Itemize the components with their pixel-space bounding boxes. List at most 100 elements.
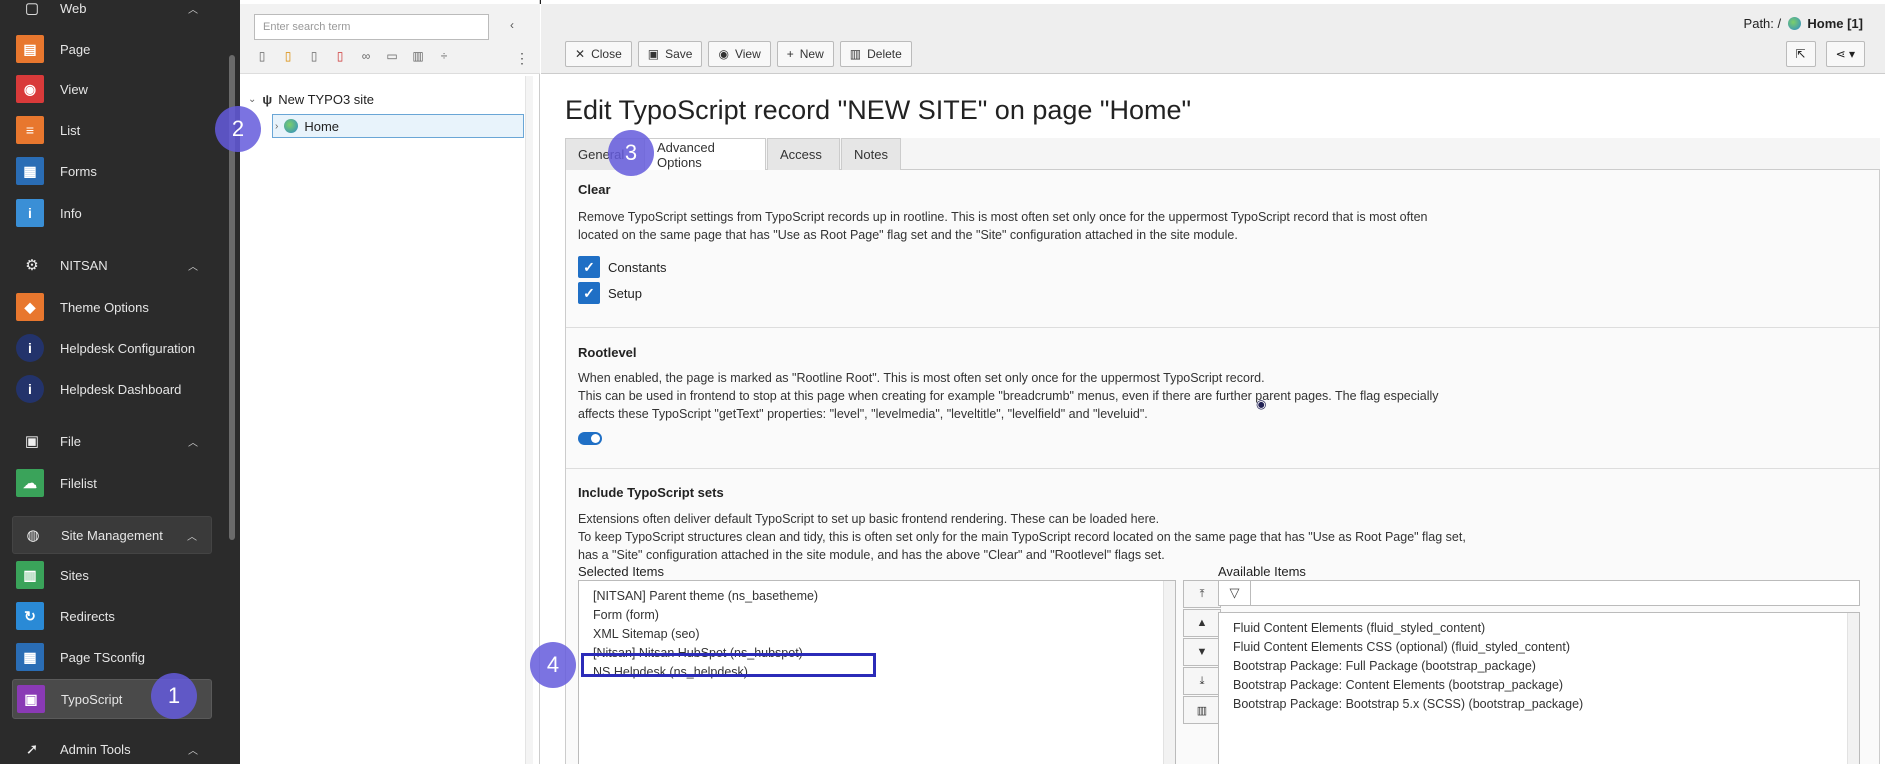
globe-icon (1787, 17, 1801, 30)
selected-item[interactable]: [NITSAN] Parent theme (ns_basetheme) (593, 589, 818, 603)
new-page-special-icon[interactable]: ▯ (280, 48, 296, 64)
module-view[interactable]: ◉ View (12, 71, 212, 107)
collapse-tree-icon[interactable]: ‹ (510, 18, 514, 32)
tree-node-home[interactable]: › Home (272, 114, 524, 138)
path-current[interactable]: Home [1] (1807, 16, 1863, 31)
available-item[interactable]: Bootstrap Package: Full Package (bootstr… (1233, 659, 1536, 673)
available-items-list[interactable]: Fluid Content Elements (fluid_styled_con… (1218, 612, 1860, 764)
available-item[interactable]: Fluid Content Elements (fluid_styled_con… (1233, 621, 1485, 635)
new-label: New (799, 47, 824, 61)
module-list[interactable]: ≡ List (12, 112, 212, 148)
cursor-icon: ◉ (1256, 397, 1267, 411)
save-button[interactable]: ▣ Save (637, 41, 703, 67)
redirects-icon: ↻ (16, 602, 44, 630)
step-2-label: 2 (231, 116, 245, 141)
web-icon: ▢ (24, 0, 40, 17)
new-page-icon[interactable]: ▯ (254, 48, 270, 64)
module-filelist-label: Filelist (60, 475, 97, 491)
module-helpdesk-dashboard-label: Helpdesk Dashboard (60, 381, 182, 397)
constants-label: Constants (608, 259, 667, 275)
chevron-down-icon[interactable]: ⌄ (248, 94, 256, 105)
new-folder-icon[interactable]: ▭ (384, 48, 400, 64)
module-filelist[interactable]: ☁ Filelist (12, 465, 212, 501)
new-page-restricted-icon[interactable]: ▯ (332, 48, 348, 64)
group-web[interactable]: ▢ Web ︿ (12, 0, 212, 26)
module-sites[interactable]: ▥ Sites (12, 557, 212, 593)
available-list-scrollbar[interactable] (1847, 613, 1859, 764)
view-module-icon: ◉ (16, 75, 44, 103)
new-page-shortcut-icon[interactable]: ▯ (306, 48, 322, 64)
selected-item[interactable]: XML Sitemap (seo) (593, 627, 700, 641)
group-nitsan[interactable]: ⚙ NITSAN ︿ (12, 247, 212, 283)
close-button[interactable]: ✕ Close (565, 41, 632, 67)
move-to-bottom-button[interactable]: ⤓ (1183, 667, 1221, 695)
typo3-backend: ▢ Web ︿ ▤ Page ◉ View ≡ List ▦ Forms i I… (0, 0, 1885, 764)
module-info[interactable]: i Info (12, 195, 212, 231)
module-helpdesk-dashboard[interactable]: i Helpdesk Dashboard (12, 371, 212, 407)
step-1-label: 1 (167, 683, 181, 708)
module-forms[interactable]: ▦ Forms (12, 153, 212, 189)
new-recycler-icon[interactable]: ▥ (410, 48, 426, 64)
edit-form: Edit TypoScript record "NEW SITE" on pag… (565, 90, 1880, 764)
view-button[interactable]: ◉ View (708, 41, 771, 67)
module-page[interactable]: ▤ Page (12, 31, 212, 67)
available-item[interactable]: Bootstrap Package: Bootstrap 5.x (SCSS) … (1233, 697, 1583, 711)
available-item[interactable]: Fluid Content Elements CSS (optional) (f… (1233, 640, 1570, 654)
rootlevel-toggle[interactable] (578, 432, 602, 445)
selection-controls: ⤒ ▲ ▼ ⤓ ▥ (1183, 580, 1221, 725)
chevron-up-icon: ︿ (187, 531, 197, 543)
group-web-label: Web (60, 0, 87, 16)
tab-notes[interactable]: Notes (841, 138, 901, 170)
chevron-up-icon: ︿ (188, 437, 198, 449)
tree-search-input[interactable]: Enter search term (254, 14, 489, 40)
new-link-icon[interactable]: ∞ (358, 48, 374, 64)
plus-icon: + (786, 47, 794, 61)
constants-checkbox[interactable]: ✓ (578, 256, 600, 278)
chevron-right-icon[interactable]: › (275, 121, 278, 132)
step-4-label: 4 (546, 652, 560, 677)
rocket-icon: ➚ (25, 741, 39, 758)
module-theme-options[interactable]: ◆ Theme Options (12, 289, 212, 325)
group-file-label: File (60, 433, 81, 449)
include-title: Include TypoScript sets (578, 485, 724, 500)
typo3-logo-icon: ψ (262, 92, 273, 107)
open-new-window-button[interactable]: ⇱ (1785, 41, 1816, 67)
remove-item-button[interactable]: ▥ (1183, 696, 1221, 724)
tree-menu-icon[interactable]: ⋮ (515, 50, 529, 67)
selected-item[interactable]: Form (form) (593, 608, 659, 622)
filter-icon: ▽ (1219, 581, 1251, 605)
rootlevel-desc-line-2: This can be used in frontend to stop at … (578, 389, 1439, 403)
include-desc-line-3: has a "Site" configuration attached in t… (578, 548, 1165, 562)
include-section: Include TypoScript sets Extensions often… (566, 469, 1879, 764)
page-title: Edit TypoScript record "NEW SITE" on pag… (565, 95, 1192, 125)
available-filter-input[interactable]: ▽ (1218, 580, 1860, 606)
module-helpdesk-configuration[interactable]: i Helpdesk Configuration (12, 330, 212, 366)
move-up-button[interactable]: ▲ (1183, 609, 1221, 637)
module-redirects[interactable]: ↻ Redirects (12, 598, 212, 634)
available-item[interactable]: Bootstrap Package: Content Elements (boo… (1233, 678, 1563, 692)
share-button[interactable]: ⋖ ▾ (1825, 41, 1865, 67)
step-3-label: 3 (624, 140, 638, 165)
close-label: Close (591, 47, 622, 61)
move-to-top-button[interactable]: ⤒ (1183, 580, 1221, 608)
module-menu: ▢ Web ︿ ▤ Page ◉ View ≡ List ▦ Forms i I… (0, 0, 240, 764)
include-desc-line-2: To keep TypoScript structures clean and … (578, 530, 1466, 544)
tab-advanced-options[interactable]: Advanced Options (644, 138, 766, 170)
setup-checkbox[interactable]: ✓ (578, 282, 600, 304)
group-site-management[interactable]: ◍ Site Management ︿ (12, 516, 212, 554)
tree-new-page-tools: ▯ ▯ ▯ ▯ ∞ ▭ ▥ ÷ (254, 48, 452, 64)
new-divider-icon[interactable]: ÷ (436, 48, 452, 64)
tab-access[interactable]: Access (767, 138, 840, 170)
trash-icon: ▥ (1196, 704, 1208, 717)
move-down-button[interactable]: ▼ (1183, 638, 1221, 666)
rootlevel-section: Rootlevel When enabled, the page is mark… (566, 328, 1879, 469)
delete-button[interactable]: ▥ Delete (839, 41, 912, 67)
group-file[interactable]: ▣ File ︿ (12, 423, 212, 459)
view-label: View (734, 47, 761, 61)
group-admin-tools[interactable]: ➚ Admin Tools ︿ (12, 731, 212, 764)
rootlevel-desc-line-1: When enabled, the page is marked as "Roo… (578, 371, 1265, 385)
selected-list-scrollbar[interactable] (1163, 581, 1175, 764)
new-button[interactable]: + New (776, 41, 834, 67)
tree-node-root[interactable]: ⌄ ψ New TYPO3 site (246, 92, 374, 107)
module-page-tsconfig[interactable]: ▦ Page TSconfig (12, 639, 212, 675)
